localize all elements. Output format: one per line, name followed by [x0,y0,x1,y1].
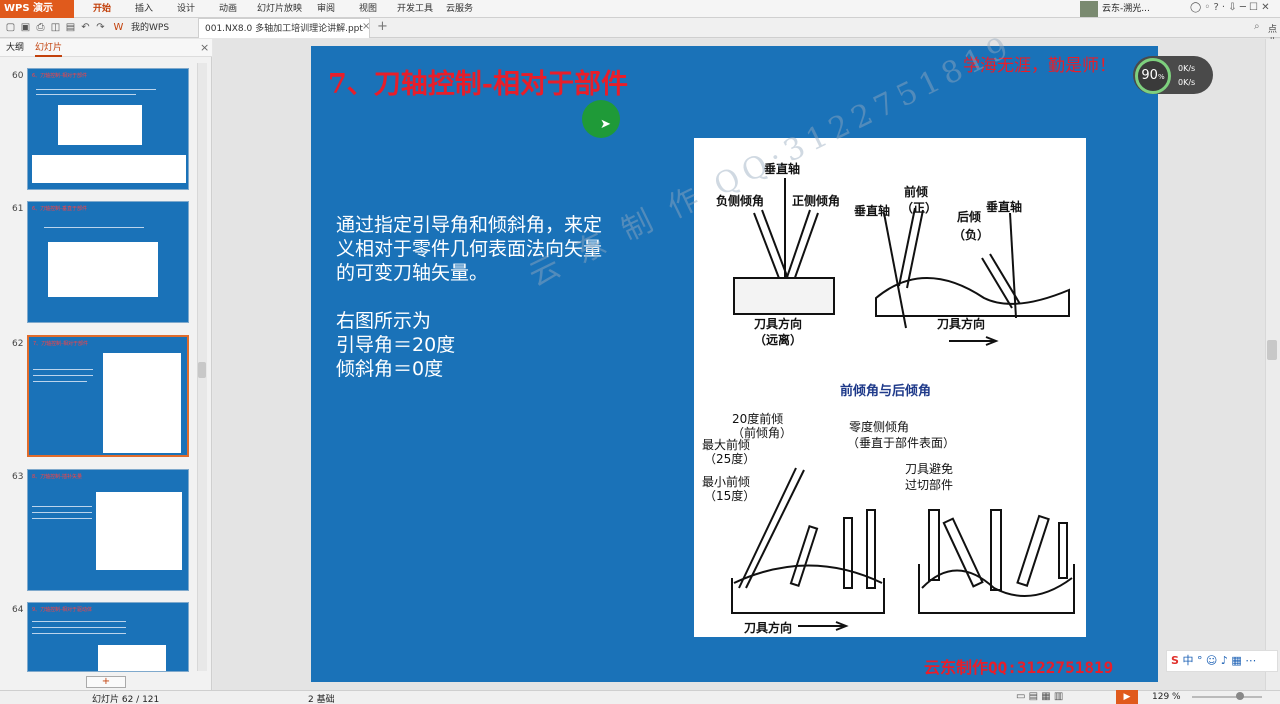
menu-animation[interactable]: 动画 [219,0,237,18]
slide-title: 7、刀轴控制-相对于部件 [328,69,628,100]
tab-bar [0,18,1280,38]
thumbnail-image [58,105,142,145]
print-icon[interactable]: ⎙ [34,21,47,34]
label-zero-side-tilt-sub: （垂直于部件表面） [847,436,956,450]
ime-logo-icon: S [1171,654,1179,667]
speed-percent: 90 [1141,68,1158,83]
body-line: 引导角＝20度 [336,334,456,356]
mouse-cursor-icon: ➤ [600,117,611,132]
label-tool-direction-1: 刀具方向 [754,317,803,331]
app-menu-button[interactable]: WPS 演示 [0,0,74,18]
label-tool-direction-3: 刀具方向 [744,621,793,635]
theme-name: 2 基础 [308,695,335,704]
label-max-lead-sub: （25度） [704,452,756,466]
search-icon[interactable]: ⌕ [1254,21,1260,32]
thumbnail-title: 6、刀轴控制-相对于部件 [32,73,87,79]
zoom-slider-thumb[interactable] [1236,692,1244,700]
tool-axis-diagram: 垂直轴 负侧倾角 正侧倾角 前倾 （正） 垂直轴 后倾 （负） 垂直轴 刀具方向… [694,138,1086,637]
thumbnail-image [103,353,181,453]
thumbnail-image [96,492,182,570]
label-lead: 前倾 [904,185,929,199]
label-vertical-axis-2: 垂直轴 [854,204,891,218]
slide-thumbnail-62[interactable]: 7、刀轴控制-相对于部件 [27,335,189,457]
menu-devtools[interactable]: 开发工具 [397,0,433,18]
close-tab-icon[interactable]: × [362,21,370,32]
tab-document[interactable]: 001.NX8.0 多轴加工培训理论讲解.ppt [198,18,370,38]
tab-my-wps[interactable]: 我的WPS [125,18,175,38]
close-panel-icon[interactable]: × [200,41,209,54]
thumbnail-textbox [32,155,186,183]
thumbnail-title: 8、刀轴控制-插补矢量 [32,474,82,480]
speed-unit: % [1157,73,1165,81]
zoom-level: 129 % [1152,692,1181,702]
zoom-slider[interactable] [1192,696,1262,698]
menu-cloud[interactable]: 云服务 [446,0,473,18]
thumbnail-number: 62 [12,339,24,349]
thumbnail-title: 7、刀轴控制-相对于部件 [33,341,88,347]
window-controls-icon[interactable]: ◯ ◦ ? · ⇩ ─ ☐ ✕ [1190,2,1270,13]
undo-icon[interactable]: ↶ [79,21,92,34]
body-line: 右图所示为 [336,310,432,332]
avatar[interactable] [1080,1,1098,17]
status-bar [0,690,1280,704]
menu-slideshow[interactable]: 幻灯片放映 [257,0,302,18]
slide-thumbnail-63[interactable]: 8、刀轴控制-插补矢量 [27,469,189,591]
slide-thumbnail-61[interactable]: 6、刀轴控制-垂直于部件 [27,201,189,323]
menu-review[interactable]: 审阅 [317,0,335,18]
ime-mode[interactable]: 中 [1182,654,1193,667]
thumbnail-image [98,645,166,671]
label-zero-side-tilt: 零度侧倾角 [849,420,910,434]
save-icon[interactable]: ▣ [19,21,32,34]
diagram-caption: 前倾角与后倾角 [840,384,932,399]
thumbnail-title: 9、刀轴控制-相对于驱动体 [32,607,92,613]
slide-position: 幻灯片 62 / 121 [92,695,160,704]
play-slideshow-icon[interactable]: ▶ [1116,690,1138,704]
label-pos-side-tilt: 正侧倾角 [792,194,841,208]
format-icon[interactable]: ▤ [64,21,77,34]
thumbnail-number: 64 [12,605,24,615]
thumbnail-title: 6、刀轴控制-垂直于部件 [32,206,87,212]
view-buttons-icon[interactable]: ▭ ▤ ▦ ▥ [1016,691,1063,702]
thumbnail-number: 60 [12,71,24,81]
upload-speed: 0K/s [1178,64,1196,73]
slide-credit: 云东制作QQ:3122751819 [924,658,1114,677]
menu-insert[interactable]: 插入 [135,0,153,18]
new-icon[interactable]: ▢ [4,21,17,34]
slide-thumbnail-64[interactable]: 9、刀轴控制-相对于驱动体 [27,602,189,672]
speed-gauge: 90% [1135,58,1171,94]
redo-icon[interactable]: ↷ [94,21,107,34]
menu-design[interactable]: 设计 [177,0,195,18]
slide-panel-header [0,39,212,57]
label-tool-direction-1-sub: （远离） [754,333,803,347]
label-lead-sub: （正） [901,201,938,215]
label-tool-avoid-sub: 过切部件 [905,478,954,492]
slide-thumbnail-60[interactable]: 6、刀轴控制-相对于部件 [27,68,189,190]
tab-slides[interactable]: 幻灯片 [35,41,63,57]
label-tool-avoid: 刀具避免 [905,462,954,476]
label-lag-sub: （负） [953,228,990,242]
download-speed: 0K/s [1178,78,1196,87]
label-min-lead-sub: （15度） [704,489,756,503]
body-line: 倾斜角＝0度 [336,358,444,380]
scroll-thumb[interactable] [1267,340,1277,360]
thumbnail-number: 61 [12,204,24,214]
label-lag: 后倾 [957,210,982,224]
tab-outline[interactable]: 大纲 [6,41,24,55]
preview-icon[interactable]: ◫ [49,21,62,34]
thumbnail-number: 63 [12,472,24,482]
menu-view[interactable]: 视图 [359,0,377,18]
ime-toolbar[interactable]: S 中 ° ☺ ♪ ▦ ⋯ [1166,650,1278,672]
slide-panel-scroll-thumb[interactable] [198,362,206,378]
wps-logo-icon: W [113,22,124,33]
user-name[interactable]: 云东-溯光... [1102,0,1150,18]
label-tool-direction-2: 刀具方向 [937,317,986,331]
ime-tools-icon[interactable]: ° ☺ ♪ ▦ ⋯ [1197,654,1256,667]
menu-start[interactable]: 开始 [93,0,111,18]
label-vertical-axis-3: 垂直轴 [986,200,1023,214]
vertical-scrollbar[interactable] [1265,39,1280,690]
thumbnail-image [48,242,158,297]
new-tab-icon[interactable]: + [377,19,388,34]
add-slide-button[interactable]: + [86,676,126,688]
